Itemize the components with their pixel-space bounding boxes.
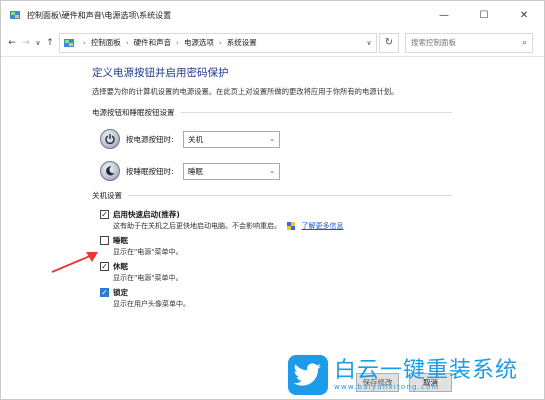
control-panel-window: 控制面板\硬件和声音\电源选项\系统设置 — ☐ ✕ ← → ∨ ↑ › 控制面… [0,0,545,400]
chevron-down-icon: ⌄ [269,135,275,143]
power-section-title: 电源按钮和睡眠按钮设置 [92,108,175,117]
power-button-row: 按电源按钮时: 关机 ⌄ [100,126,452,152]
watermark-url: www.baiyunxitong.com [334,383,440,391]
breadcrumb-item-control-panel[interactable]: 控制面板 [91,37,121,48]
breadcrumb-dropdown-icon[interactable]: ∨ [362,39,376,47]
breadcrumb-separator: › [218,38,222,47]
sleep-button-select[interactable]: 睡眠 ⌄ [183,162,280,180]
sleep-button-value: 睡眠 [188,166,203,176]
power-button-label: 按电源按钮时: [126,134,174,144]
sleep-button-label: 按睡眠按钮时: [126,166,174,176]
back-button[interactable]: ← [5,33,19,53]
breadcrumb-separator: › [176,38,179,47]
sleep-description: 显示在"电源"菜单中。 [113,248,183,256]
hibernate-description: 显示在"电源"菜单中。 [113,274,183,282]
fast-startup-description: 这有助于在关机之后更快地启动电脑。不会影响重启。 [113,222,281,230]
close-button[interactable]: ✕ [504,1,544,29]
lock-checkbox[interactable]: ✓ [100,288,109,297]
lock-label[interactable]: 锁定 [113,287,128,298]
power-button-icon [100,129,120,149]
breadcrumb-item-hardware-sound[interactable]: 硬件和声音 [134,37,172,48]
title-bar: 控制面板\硬件和声音\电源选项\系统设置 — ☐ ✕ [1,1,544,29]
power-button-value: 关机 [188,134,203,144]
breadcrumb[interactable]: › 控制面板 › 硬件和声音 › 电源选项 › 系统设置 ∨ [59,32,377,53]
breadcrumb-separator: › [83,38,86,47]
fast-startup-label[interactable]: 启用快速启动(推荐) [113,209,180,220]
window-title: 控制面板\硬件和声音\电源选项\系统设置 [27,10,172,20]
breadcrumb-separator: › [125,38,129,47]
watermark-name: 白云一键重装系统 [334,358,519,383]
shield-icon [287,222,296,230]
search-icon[interactable]: ⌕ [522,38,527,48]
search-box: ⌕ [405,32,533,53]
breadcrumb-item-system-settings[interactable]: 系统设置 [227,37,257,48]
forward-button[interactable]: → [19,33,33,53]
shutdown-section-heading: 关机设置 [92,190,452,201]
divider [128,195,452,196]
minimize-button[interactable]: — [424,1,464,29]
divider [180,112,452,113]
sleep-button-icon [100,161,120,181]
control-panel-icon [10,11,20,19]
breadcrumb-item-power-options[interactable]: 电源选项 [184,37,214,48]
refresh-button[interactable]: ↻ [379,32,399,53]
learn-more-link[interactable]: 了解更多信息 [301,222,343,230]
watermark-logo: 白云一键重装系统 www.baiyunxitong.com [288,352,528,398]
search-input[interactable] [411,38,522,47]
maximize-button[interactable]: ☐ [464,1,504,29]
chevron-down-icon: ⌄ [269,167,275,175]
page-subtitle: 选择要为你的计算机设置的电源设置。在此页上对设置所做的更改将应用于你所有的电源计… [92,87,399,96]
fast-startup-option: ✓ 启用快速启动(推荐) 这有助于在关机之后更快地启动电脑。不会影响重启。 了解… [100,209,452,231]
sleep-option: 睡眠 显示在"电源"菜单中。 [100,235,452,257]
fast-startup-checkbox[interactable]: ✓ [100,210,109,219]
recent-locations-button[interactable]: ∨ [33,33,43,53]
address-bar: ← → ∨ ↑ › 控制面板 › 硬件和声音 › 电源选项 › 系统设置 ∨ ↻… [1,29,544,57]
lock-description: 显示在用户头像菜单中。 [113,300,190,308]
page-title: 定义电源按钮并启用密码保护 [92,67,229,79]
power-button-select[interactable]: 关机 ⌄ [183,130,280,148]
bird-logo-icon [288,355,328,395]
sleep-checkbox[interactable] [100,236,109,245]
hibernate-label[interactable]: 休眠 [113,261,128,272]
sleep-button-row: 按睡眠按钮时: 睡眠 ⌄ [100,158,452,184]
control-panel-icon [64,38,74,47]
annotation-arrow-icon [51,252,98,273]
lock-option: ✓ 锁定 显示在用户头像菜单中。 [100,287,452,309]
main-content: 定义电源按钮并启用密码保护 选择要为你的计算机设置的电源设置。在此页上对设置所做… [92,65,452,313]
power-section-heading: 电源按钮和睡眠按钮设置 [92,107,452,118]
shutdown-settings: 关机设置 ✓ 启用快速启动(推荐) 这有助于在关机之后更快地启动电脑。不会影响重… [92,190,452,309]
shutdown-section-title: 关机设置 [92,191,122,200]
hibernate-checkbox[interactable]: ✓ [100,262,109,271]
hibernate-option: ✓ 休眠 显示在"电源"菜单中。 [100,261,452,283]
sleep-label[interactable]: 睡眠 [113,235,128,246]
up-button[interactable]: ↑ [43,33,57,53]
